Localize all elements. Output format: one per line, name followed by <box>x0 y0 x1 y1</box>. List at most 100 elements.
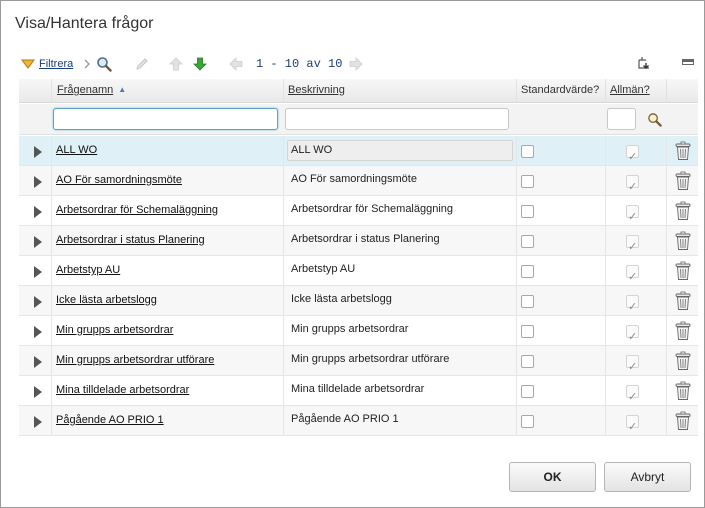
query-name-link[interactable]: Pågående AO PRIO 1 <box>56 414 164 426</box>
row-expander[interactable] <box>19 376 52 406</box>
edit-button[interactable] <box>135 53 149 75</box>
description-filter-input[interactable] <box>285 108 509 130</box>
filter-search-button[interactable] <box>647 112 662 130</box>
row-name-cell: Arbetsordrar i status Planering <box>52 226 284 256</box>
row-public-cell <box>606 286 667 322</box>
name-filter-input[interactable] <box>53 108 278 130</box>
row-expander[interactable] <box>19 316 52 346</box>
query-description: Mina tilldelade arbetsordrar <box>291 383 425 395</box>
delete-button[interactable] <box>674 291 692 311</box>
default-checkbox[interactable] <box>521 205 534 218</box>
filter-row <box>19 104 698 135</box>
chevron-right-icon <box>83 53 91 75</box>
public-filter-input[interactable] <box>607 108 636 130</box>
export-button[interactable] <box>637 53 653 75</box>
table-row[interactable]: ALL WO ALL WO <box>19 136 698 172</box>
query-name-link[interactable]: Arbetsordrar i status Planering <box>56 234 205 246</box>
row-expander[interactable] <box>19 166 52 196</box>
triangle-right-icon <box>34 206 42 218</box>
table-row[interactable]: Arbetsordrar i status Planering Arbetsord… <box>19 226 698 262</box>
row-name-cell: Min grupps arbetsordrar <box>52 316 284 346</box>
pager-text: 1 - 10 av 10 <box>256 57 343 71</box>
triangle-right-icon <box>34 326 42 338</box>
default-checkbox[interactable] <box>521 265 534 278</box>
table-row[interactable]: Arbetstyp AU Arbetstyp AU <box>19 256 698 292</box>
query-name-link[interactable]: AO För samordningsmöte <box>56 174 182 186</box>
row-default-cell <box>517 226 606 256</box>
delete-button[interactable] <box>674 411 692 431</box>
delete-button[interactable] <box>674 231 692 251</box>
filter-link[interactable]: Filtrera <box>39 58 73 70</box>
table-header: Frågenamn ▲ Beskrivning Standardvärde? Al… <box>19 79 698 103</box>
query-description: Pågående AO PRIO 1 <box>291 413 399 425</box>
default-checkbox[interactable] <box>521 145 534 158</box>
row-delete-cell <box>667 376 698 406</box>
public-checkbox <box>626 263 639 292</box>
query-name-link[interactable]: Min grupps arbetsordrar <box>56 324 173 336</box>
delete-button[interactable] <box>674 381 692 401</box>
search-button[interactable] <box>96 53 112 75</box>
row-description-cell: Min grupps arbetsordrar utförare <box>284 346 517 376</box>
collapse-button[interactable] <box>682 57 694 67</box>
row-expander[interactable] <box>19 346 52 376</box>
row-expander[interactable] <box>19 286 52 316</box>
filter-toggle[interactable]: Filtrera <box>21 53 73 75</box>
header-description[interactable]: Beskrivning <box>284 79 517 103</box>
row-description-cell: AO För samordningsmöte <box>284 166 517 196</box>
move-down-button[interactable] <box>193 53 207 75</box>
row-expander[interactable] <box>19 196 52 226</box>
delete-button[interactable] <box>674 351 692 371</box>
delete-button[interactable] <box>674 171 692 191</box>
trash-icon <box>675 201 691 220</box>
header-public[interactable]: Allmän? <box>606 79 667 103</box>
next-page-button[interactable] <box>349 53 363 75</box>
move-up-button[interactable] <box>169 53 183 75</box>
query-name-link[interactable]: Mina tilldelade arbetsordrar <box>56 384 189 396</box>
table-row[interactable]: Mina tilldelade arbetsordrar Mina tilldel… <box>19 376 698 412</box>
ok-button[interactable]: OK <box>509 462 596 492</box>
delete-button[interactable] <box>674 201 692 221</box>
table-row[interactable]: Min grupps arbetsordrar Min grupps arbets… <box>19 316 698 352</box>
query-description: Icke lästa arbetslogg <box>291 293 392 305</box>
arrow-up-icon <box>169 57 183 71</box>
row-expander[interactable] <box>19 406 52 436</box>
default-checkbox[interactable] <box>521 385 534 398</box>
table-row[interactable]: Arbetsordrar för Schemaläggning Arbetsord… <box>19 196 698 232</box>
query-name-link[interactable]: Arbetstyp AU <box>56 264 120 276</box>
default-checkbox[interactable] <box>521 175 534 188</box>
row-expander[interactable] <box>19 256 52 286</box>
delete-button[interactable] <box>674 141 692 161</box>
row-expander[interactable] <box>19 226 52 256</box>
row-description-cell: ALL WO <box>284 136 517 166</box>
table-row[interactable]: Icke lästa arbetslogg Icke lästa arbetslo… <box>19 286 698 322</box>
default-checkbox[interactable] <box>521 325 534 338</box>
row-name-cell: Arbetstyp AU <box>52 256 284 286</box>
table-row[interactable]: AO För samordningsmöte AO För samordnings… <box>19 166 698 202</box>
table-row[interactable]: Min grupps arbetsordrar utförare Min grup… <box>19 346 698 382</box>
row-public-cell <box>606 256 667 292</box>
default-checkbox[interactable] <box>521 355 534 368</box>
delete-button[interactable] <box>674 321 692 341</box>
default-checkbox[interactable] <box>521 235 534 248</box>
table-row[interactable]: Pågående AO PRIO 1 Pågående AO PRIO 1 <box>19 406 698 442</box>
default-checkbox[interactable] <box>521 415 534 428</box>
delete-button[interactable] <box>674 261 692 281</box>
query-name-link[interactable]: Arbetsordrar för Schemaläggning <box>56 204 218 216</box>
row-expander[interactable] <box>19 136 52 166</box>
row-name-cell: Arbetsordrar för Schemaläggning <box>52 196 284 226</box>
header-name[interactable]: Frågenamn ▲ <box>52 79 284 103</box>
row-delete-cell <box>667 226 698 256</box>
previous-page-button[interactable] <box>229 53 243 75</box>
query-name-link[interactable]: Min grupps arbetsordrar utförare <box>56 354 214 366</box>
magnifier-icon <box>648 113 662 127</box>
default-checkbox[interactable] <box>521 295 534 308</box>
funnel-icon <box>21 59 35 69</box>
cancel-button[interactable]: Avbryt <box>604 462 691 492</box>
row-delete-cell <box>667 196 698 226</box>
triangle-right-icon <box>34 266 42 278</box>
query-description: Arbetsordrar för Schemaläggning <box>291 203 454 215</box>
row-delete-cell <box>667 316 698 346</box>
query-name-link[interactable]: Icke lästa arbetslogg <box>56 294 157 306</box>
row-description-cell: Arbetsordrar för Schemaläggning <box>284 196 517 226</box>
query-name-link[interactable]: ALL WO <box>56 144 97 156</box>
